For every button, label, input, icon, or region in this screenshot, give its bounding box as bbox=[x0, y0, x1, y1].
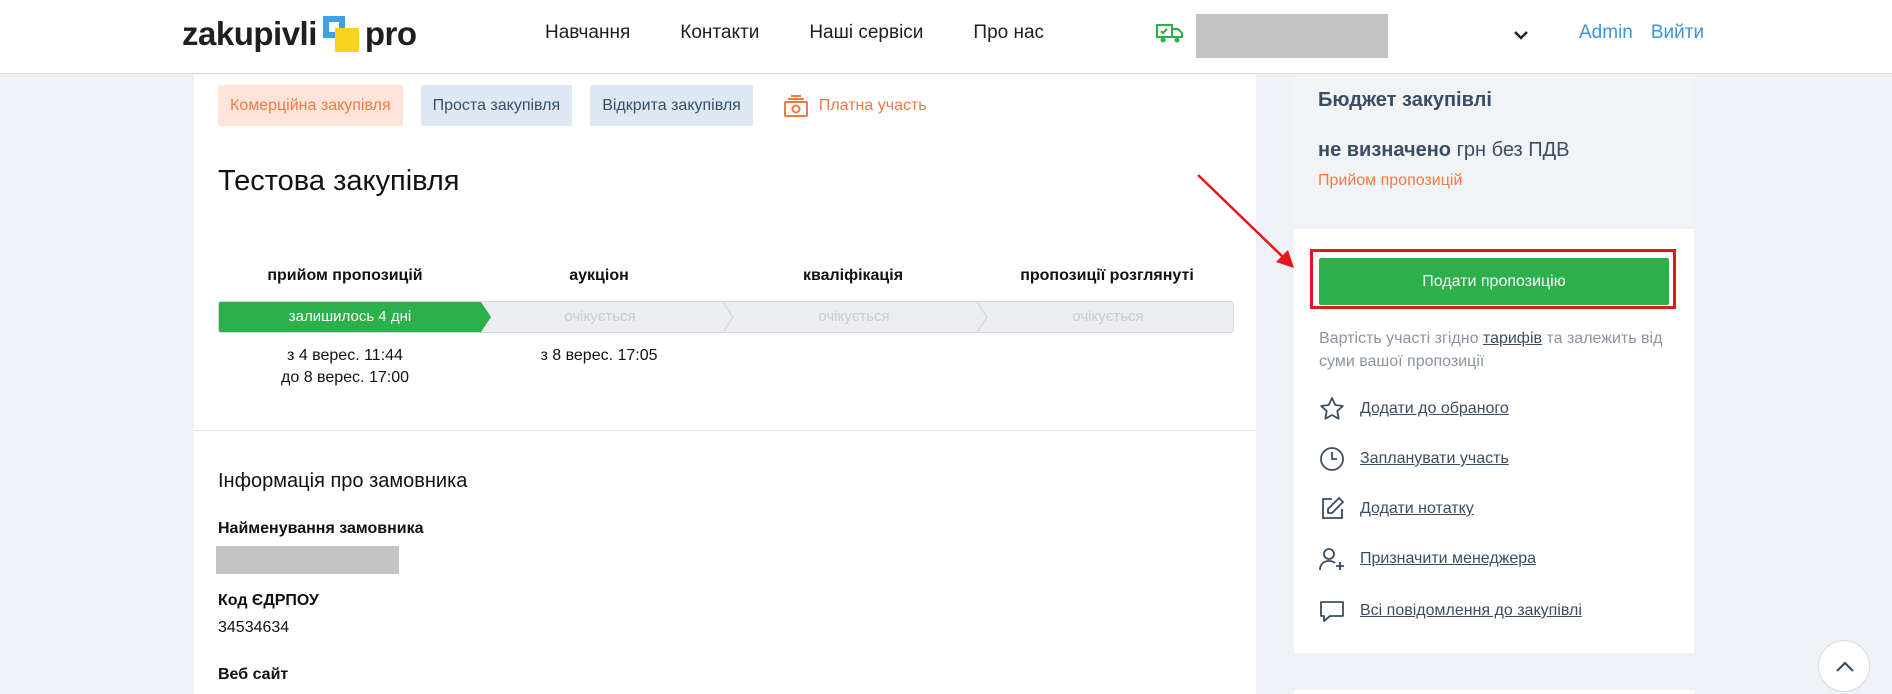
stage-label-auction: аукціон bbox=[569, 267, 629, 284]
redacted-customer-name bbox=[216, 546, 399, 574]
truck-icon[interactable] bbox=[1156, 22, 1184, 44]
nav-item-contacts[interactable]: Контакти bbox=[680, 22, 759, 44]
stage-status-reviewed: очікується bbox=[1072, 308, 1144, 325]
tender-tags: Комерційна закупівля Проста закупівля Ві… bbox=[218, 85, 927, 126]
assign-manager-action[interactable]: Призначити менеджера bbox=[1318, 545, 1536, 573]
tender-main-card: Комерційна закупівля Проста закупівля Ві… bbox=[194, 75, 1256, 694]
stage-date-to: до 8 верес. 17:00 bbox=[281, 369, 409, 386]
paid-participation: Платна участь bbox=[783, 94, 927, 118]
actions-card: Подати пропозицію Вартість участі згідно… bbox=[1294, 229, 1694, 653]
redacted-user-block bbox=[1196, 14, 1388, 58]
admin-link[interactable]: Admin bbox=[1579, 22, 1633, 44]
edrpou-value: 34534634 bbox=[218, 619, 290, 636]
tag-simple: Проста закупівля bbox=[420, 85, 573, 126]
tariffs-link[interactable]: тарифів bbox=[1483, 330, 1542, 347]
edit-icon bbox=[1322, 497, 1344, 519]
chat-icon bbox=[1320, 601, 1344, 622]
add-user-icon bbox=[1319, 548, 1344, 571]
paid-label: Платна участь bbox=[818, 96, 927, 114]
budget-card: Бюджет закупівлі не визначено грн без ПД… bbox=[1294, 75, 1694, 225]
budget-status: Прийом пропозицій bbox=[1318, 172, 1463, 189]
budget-value: не визначено грн без ПДВ bbox=[1318, 139, 1570, 162]
customer-section-title: Інформація про замовника bbox=[218, 470, 468, 492]
main-nav: Навчання Контакти Наші сервіси Про нас bbox=[545, 22, 1044, 44]
customer-name-label: Найменування замовника bbox=[218, 520, 424, 537]
stage-progress-bar: залишилось 4 дні очікується очікується о… bbox=[218, 301, 1234, 333]
schedule-participation-action[interactable]: Запланувати участь bbox=[1318, 445, 1509, 473]
chevron-down-icon[interactable] bbox=[1510, 24, 1532, 46]
stage-label-qualification: кваліфікація bbox=[802, 267, 904, 284]
logo-text-right: pro bbox=[364, 15, 417, 52]
logout-link[interactable]: Вийти bbox=[1651, 22, 1704, 44]
budget-title: Бюджет закупівлі bbox=[1318, 89, 1492, 111]
stage-label-offers: прийом пропозицій bbox=[267, 267, 423, 284]
section-divider bbox=[194, 430, 1256, 431]
logo-mark-icon bbox=[319, 14, 363, 54]
user-links: Admin Вийти bbox=[1579, 22, 1704, 44]
stage-dates-auction: з 8 верес. 17:05 bbox=[472, 345, 726, 389]
website-label: Веб сайт bbox=[218, 666, 289, 683]
stage-dates-qualification bbox=[726, 345, 980, 389]
stage-date-from: з 8 верес. 17:05 bbox=[540, 347, 658, 364]
schedule-participation-label: Запланувати участь bbox=[1360, 450, 1509, 467]
top-header: zakupivli pro Навчання Контакти Наші сер… bbox=[0, 0, 1892, 74]
stage-status-qualification: очікується bbox=[818, 308, 890, 325]
add-favorite-action[interactable]: Додати до обраного bbox=[1318, 395, 1509, 423]
nav-item-about[interactable]: Про нас bbox=[973, 22, 1044, 44]
scroll-to-top-button[interactable] bbox=[1818, 640, 1870, 692]
logo-text-left: zakupivli bbox=[182, 15, 317, 52]
add-note-action[interactable]: Додати нотатку bbox=[1318, 495, 1474, 523]
add-favorite-label: Додати до обраного bbox=[1360, 400, 1509, 417]
assign-manager-label: Призначити менеджера bbox=[1360, 550, 1537, 567]
all-messages-label: Всі повідомлення до закупівлі bbox=[1360, 602, 1582, 619]
submit-offer-button[interactable]: Подати пропозицію bbox=[1319, 258, 1669, 305]
tender-stages: прийом пропозицій аукціон кваліфікація п… bbox=[218, 267, 1234, 389]
participation-fee-note: Вартість участі згідно тарифів та залежи… bbox=[1319, 327, 1679, 373]
tag-commercial: Комерційна закупівля bbox=[218, 85, 403, 126]
tag-open: Відкрита закупівля bbox=[590, 85, 753, 126]
annotation-arrow bbox=[1197, 174, 1294, 268]
star-icon bbox=[1320, 397, 1344, 420]
budget-value-unit: грн без ПДВ bbox=[1451, 139, 1570, 161]
clock-icon bbox=[1320, 447, 1344, 471]
nav-item-services[interactable]: Наші сервіси bbox=[809, 22, 923, 44]
money-icon bbox=[783, 94, 808, 117]
edrpou-label: Код ЄДРПОУ bbox=[218, 592, 319, 609]
budget-value-amount: не визначено bbox=[1318, 139, 1452, 161]
stage-dates-reviewed bbox=[980, 345, 1234, 389]
page-title: Тестова закупівля bbox=[218, 165, 460, 197]
stage-status-auction: очікується bbox=[564, 308, 636, 325]
next-card-edge bbox=[1294, 690, 1694, 694]
all-messages-action[interactable]: Всі повідомлення до закупівлі bbox=[1318, 597, 1582, 625]
add-note-label: Додати нотатку bbox=[1360, 500, 1474, 517]
chevron-up-icon bbox=[1836, 661, 1854, 672]
stage-date-from: з 4 верес. 11:44 bbox=[287, 347, 403, 364]
nav-item-training[interactable]: Навчання bbox=[545, 22, 630, 44]
stage-dates-offers: з 4 верес. 11:44 до 8 верес. 17:00 bbox=[218, 345, 472, 389]
stage-status-offers: залишилось 4 дні bbox=[219, 302, 481, 332]
logo[interactable]: zakupivli pro bbox=[182, 14, 417, 54]
fee-text-pre: Вартість участі згідно bbox=[1319, 330, 1483, 347]
